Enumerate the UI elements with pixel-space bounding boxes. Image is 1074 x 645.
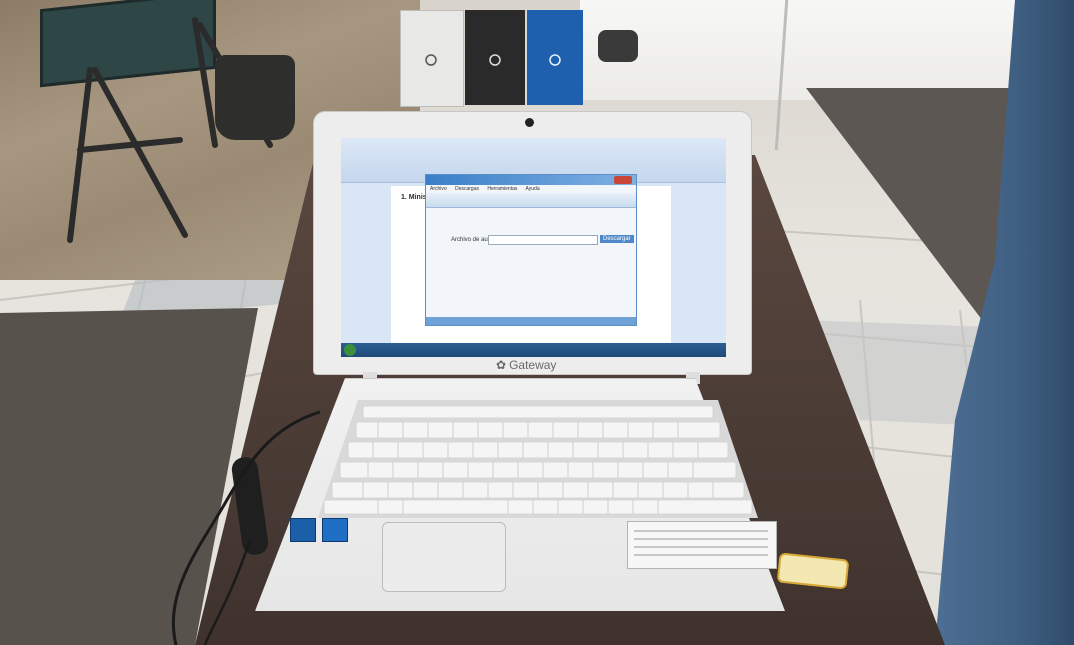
- power-cable: [171, 410, 321, 645]
- photo-scene: 1. Minis Archivo Descargas Herramientas …: [0, 0, 1074, 645]
